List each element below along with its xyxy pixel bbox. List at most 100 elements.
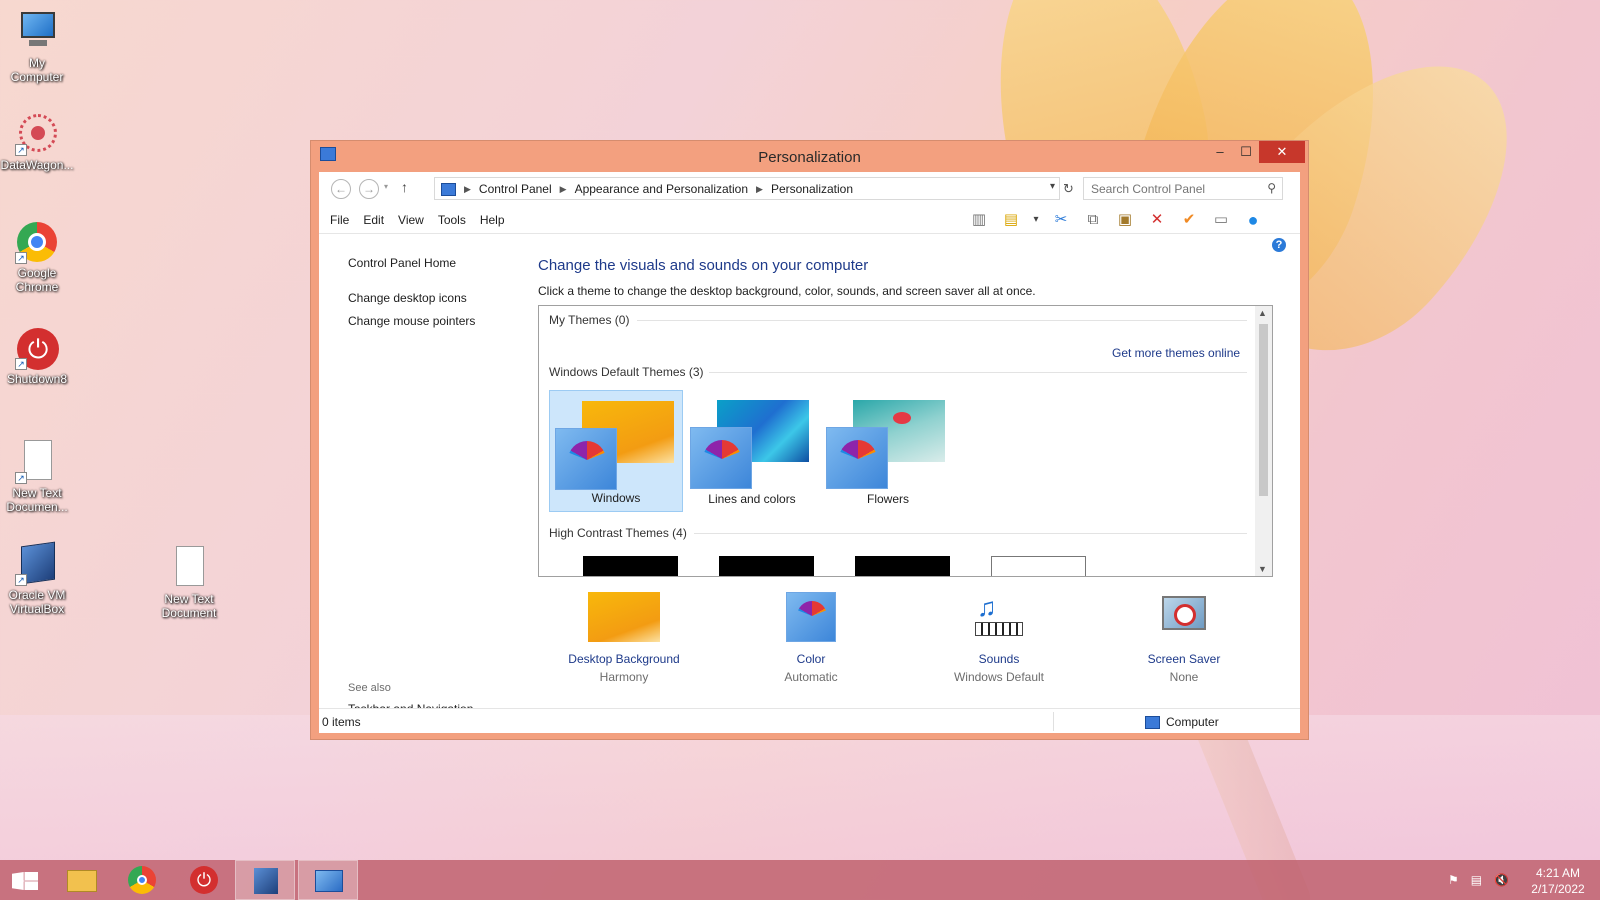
high-contrast-theme-tile[interactable] <box>855 556 950 576</box>
folder-options-icon[interactable]: ▤ <box>999 209 1023 231</box>
desktop-icon-datawagon[interactable]: ↗ DataWagon... <box>0 112 75 172</box>
taskbar-virtualbox[interactable] <box>235 860 295 900</box>
theme-tile-lines-and-colors[interactable]: Lines and colors <box>685 390 819 512</box>
action-center-flag-icon[interactable]: ⚑ <box>1448 873 1459 887</box>
setting-value: Automatic <box>784 670 838 684</box>
breadcrumb-control-panel[interactable]: Control Panel <box>479 182 552 196</box>
theme-tile-flowers[interactable]: Flowers <box>821 390 955 512</box>
chevron-down-icon[interactable]: ▾ <box>1031 209 1041 231</box>
copy-icon[interactable]: ⧉ <box>1081 209 1105 231</box>
high-contrast-theme-tile[interactable] <box>719 556 814 576</box>
up-arrow-icon[interactable]: ↑ <box>401 179 408 195</box>
help-icon[interactable]: ? <box>1272 238 1286 252</box>
back-button[interactable]: ← <box>331 179 351 199</box>
divider <box>694 533 1247 534</box>
vertical-scrollbar[interactable]: ▲ ▼ <box>1255 306 1272 576</box>
menu-row: File Edit View Tools Help ▥ ▤ ▾ ✂ ⧉ ▣ ✕ … <box>319 206 1300 234</box>
breadcrumb-separator-icon[interactable]: ▶ <box>464 184 471 195</box>
desktop-icon-virtualbox[interactable]: ↗ Oracle VM VirtualBox <box>0 541 75 616</box>
desktop-icon-google-chrome[interactable]: ↗ Google Chrome <box>0 220 75 294</box>
desktop-icon-label: Google Chrome <box>15 266 59 294</box>
chevron-down-icon[interactable]: ▾ <box>1050 181 1055 192</box>
breadcrumb-personalization[interactable]: Personalization <box>771 182 853 196</box>
window-client: ← → ▾ ↑ ▶ Control Panel ▶ Appearance and… <box>319 172 1300 733</box>
scroll-up-icon[interactable]: ▲ <box>1258 308 1267 318</box>
volume-muted-icon[interactable]: 🔇 <box>1494 873 1509 887</box>
scrollbar-thumb[interactable] <box>1259 324 1268 496</box>
power-icon: ⏻ <box>190 866 218 894</box>
setting-name[interactable]: Desktop Background <box>554 650 694 668</box>
desktop-icon-new-text-document-2[interactable]: New Text Document <box>151 546 227 620</box>
scroll-down-icon[interactable]: ▼ <box>1258 564 1267 574</box>
setting-value: None <box>1169 670 1199 684</box>
setting-value: Windows Default <box>953 670 1045 684</box>
high-contrast-theme-tile[interactable] <box>991 556 1086 576</box>
close-button[interactable]: ✕ <box>1259 141 1305 163</box>
screen-saver-setting[interactable]: Screen Saver None <box>1114 592 1254 686</box>
menu-edit[interactable]: Edit <box>363 213 384 227</box>
breadcrumb-appearance[interactable]: Appearance and Personalization <box>575 182 748 196</box>
breadcrumb-separator-icon[interactable]: ▶ <box>756 184 763 195</box>
control-panel-icon <box>315 870 343 892</box>
sounds-setting[interactable]: ♫ Sounds Windows Default <box>929 592 1069 686</box>
high-contrast-theme-tile[interactable] <box>583 556 678 576</box>
recent-dropdown-icon[interactable]: ▾ <box>384 182 388 191</box>
control-panel-home-link[interactable]: Control Panel Home <box>348 252 528 275</box>
default-themes-section: Windows Default Themes (3) <box>549 365 1249 379</box>
desktop-icon-my-computer[interactable]: My Computer <box>0 10 75 84</box>
color-setting[interactable]: Color Automatic <box>741 592 881 686</box>
theme-tile-windows[interactable]: Windows <box>549 390 683 512</box>
globe-icon[interactable]: ● <box>1241 209 1265 231</box>
desktop-background-setting[interactable]: Desktop Background Harmony <box>554 592 694 686</box>
cut-icon[interactable]: ✂ <box>1049 209 1073 231</box>
layout-pane-icon[interactable]: ▥ <box>967 209 991 231</box>
change-desktop-icons-link[interactable]: Change desktop icons <box>348 287 528 310</box>
color-palette-icon <box>690 427 752 489</box>
menu-file[interactable]: File <box>330 213 349 227</box>
setting-name[interactable]: Sounds <box>929 650 1069 668</box>
get-more-themes-link[interactable]: Get more themes online <box>1112 346 1240 360</box>
taskbar-file-explorer[interactable] <box>51 860 111 900</box>
search-input[interactable] <box>1091 182 1256 196</box>
start-button[interactable] <box>0 860 48 900</box>
status-bar: 0 items Computer <box>319 708 1300 733</box>
menu-tools[interactable]: Tools <box>438 213 466 227</box>
address-row: ← → ▾ ↑ ▶ Control Panel ▶ Appearance and… <box>319 172 1300 205</box>
location-label: Computer <box>1166 715 1219 729</box>
delete-icon[interactable]: ✕ <box>1145 209 1169 231</box>
change-mouse-pointers-link[interactable]: Change mouse pointers <box>348 310 528 333</box>
network-icon[interactable]: ▤ <box>1471 873 1482 887</box>
taskbar-shutdown8[interactable]: ⏻ <box>174 860 234 900</box>
menu-help[interactable]: Help <box>480 213 505 227</box>
sounds-icon: ♫ <box>963 592 1035 642</box>
power-icon: ⏻ ↗ <box>15 326 59 370</box>
taskbar-chrome[interactable] <box>112 860 172 900</box>
taskbar-control-panel[interactable] <box>298 860 358 900</box>
refresh-icon[interactable]: ↻ <box>1063 181 1074 197</box>
maximize-button[interactable]: ☐ <box>1233 141 1259 163</box>
desktop-icon-label: Shutdown8 <box>6 372 68 386</box>
paste-icon[interactable]: ▣ <box>1113 209 1137 231</box>
title-bar[interactable]: Personalization – ☐ ✕ <box>311 141 1308 172</box>
left-nav: Control Panel Home Change desktop icons … <box>348 252 528 333</box>
desktop-icon-shutdown8[interactable]: ⏻ ↗ Shutdown8 <box>0 326 75 386</box>
taskbar-clock[interactable]: 4:21 AM 2/17/2022 <box>1518 865 1598 897</box>
breadcrumb-separator-icon[interactable]: ▶ <box>560 184 567 195</box>
color-palette-icon <box>826 427 888 489</box>
chrome-icon: ↗ <box>15 220 59 264</box>
checkmark-icon[interactable]: ✔ <box>1177 209 1201 231</box>
search-box[interactable]: ⚲ <box>1083 177 1283 200</box>
window-title: Personalization <box>758 149 861 166</box>
menu-view[interactable]: View <box>398 213 424 227</box>
desktop-icon-new-text-document-1[interactable]: ↗ New Text Documen... <box>0 440 75 514</box>
minimize-button[interactable]: – <box>1207 141 1233 163</box>
search-icon[interactable]: ⚲ <box>1267 181 1276 195</box>
setting-name[interactable]: Color <box>741 650 881 668</box>
high-contrast-section: High Contrast Themes (4) <box>549 526 1249 540</box>
rename-icon[interactable]: ▭ <box>1209 209 1233 231</box>
high-contrast-heading: High Contrast Themes (4) <box>549 526 687 540</box>
virtualbox-icon <box>254 868 278 894</box>
setting-name[interactable]: Screen Saver <box>1114 650 1254 668</box>
forward-button[interactable]: → <box>359 179 379 199</box>
address-bar[interactable]: ▶ Control Panel ▶ Appearance and Persona… <box>434 177 1060 200</box>
